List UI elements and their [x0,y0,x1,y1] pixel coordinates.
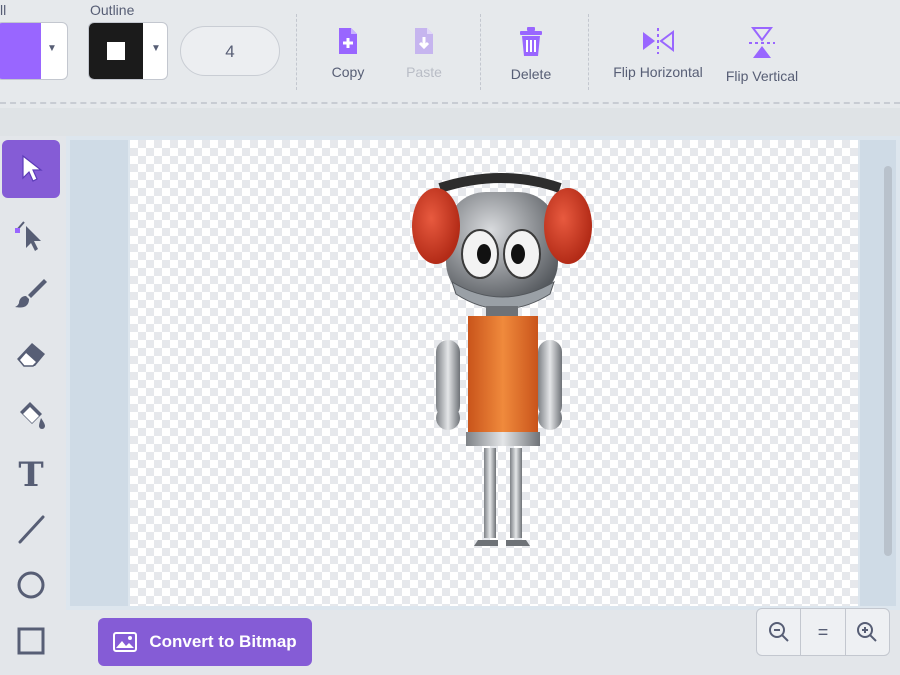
outline-color-swatch [89,23,143,79]
flip-horizontal-button[interactable]: Flip Horizontal [606,26,710,80]
outline-label: Outline [90,2,135,18]
rectangle-icon [17,627,45,655]
zoom-reset-label: = [817,621,829,642]
zoom-out-button[interactable] [757,609,802,655]
paste-icon [415,28,433,54]
line-icon [18,515,45,544]
eraser-icon [17,343,45,367]
zoom-in-button[interactable] [846,609,889,655]
toolbar-divider [296,14,297,90]
copy-icon [339,28,357,54]
fill-color-swatch [0,23,41,79]
brush-tool[interactable] [2,264,60,322]
outline-color-picker[interactable]: ▼ [88,22,168,80]
reshape-icon [15,221,41,251]
toolbar-bottom-divider [0,102,900,104]
chevron-down-icon: ▼ [151,43,161,54]
flip-vertical-icon [749,27,775,58]
canvas-margin-left [70,140,128,606]
copy-label: Copy [331,64,365,80]
select-tool[interactable] [2,140,60,198]
vertical-scrollbar[interactable] [884,166,892,556]
paste-button[interactable]: Paste [398,26,450,80]
flip-vertical-label: Flip Vertical [725,68,799,84]
flip-horizontal-label: Flip Horizontal [613,64,703,80]
tool-palette: T [0,136,66,675]
fill-color-picker[interactable]: ▼ [0,22,68,80]
image-icon [113,632,138,652]
robot-costume[interactable] [130,140,858,606]
fill-tool[interactable] [2,386,60,444]
circle-tool[interactable] [2,556,60,614]
line-tool[interactable] [2,500,60,558]
zoom-reset-button[interactable]: = [801,609,846,655]
zoom-out-icon [768,622,789,642]
drawing-canvas[interactable] [130,140,858,606]
circle-icon [17,571,45,599]
convert-to-bitmap-button[interactable]: Convert to Bitmap [98,618,312,666]
text-tool[interactable]: T [2,446,60,504]
reshape-tool[interactable] [2,206,60,264]
outline-width-input[interactable]: 4 [180,26,280,76]
fill-icon [20,402,45,429]
top-toolbar: ll Outline ▼ ▼ 4 Copy Paste Delete Flip … [0,0,900,108]
paint-canvas-area[interactable] [66,136,900,610]
chevron-down-icon: ▼ [47,43,57,54]
delete-button[interactable]: Delete [502,26,560,82]
zoom-controls: = [756,608,890,656]
paste-label: Paste [406,64,442,80]
rectangle-tool[interactable] [2,612,60,670]
trash-icon [520,27,542,56]
zoom-in-icon [857,622,878,642]
toolbar-divider [480,14,481,90]
convert-label: Convert to Bitmap [149,632,297,651]
eraser-tool[interactable] [2,326,60,384]
flip-vertical-button[interactable]: Flip Vertical [720,26,804,84]
select-icon [22,154,43,182]
fill-label: ll [0,2,7,18]
text-icon: T [18,455,44,495]
delete-label: Delete [510,66,552,82]
toolbar-divider [588,14,589,90]
flip-horizontal-icon [643,28,674,54]
brush-icon [15,279,47,308]
copy-button[interactable]: Copy [322,26,374,80]
